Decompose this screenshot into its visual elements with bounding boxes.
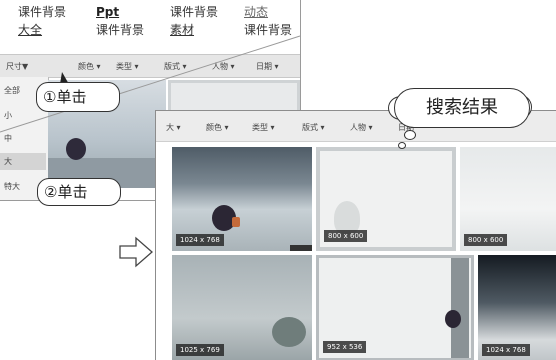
- size-option-medium[interactable]: 中: [4, 133, 12, 144]
- filter-person[interactable]: 人物 ▾: [350, 122, 373, 133]
- result-thumbnail-6[interactable]: 1024 x 768: [478, 255, 556, 360]
- arrow-right-icon: [119, 236, 153, 268]
- category-links: 课件背景 Ppt 课件背景 动态 大全 课件背景 素材 课件背景: [0, 0, 300, 48]
- filter-size[interactable]: 尺寸▼: [6, 61, 28, 72]
- bush-shape: [272, 317, 306, 347]
- back-filter-bar: 尺寸▼ 颜色 ▾ 类型 ▾ 版式 ▾ 人物 ▾ 日期 ▾: [0, 54, 300, 78]
- filter-person[interactable]: 人物 ▾: [212, 61, 235, 72]
- link-row2-3[interactable]: 素材: [170, 24, 194, 37]
- cartoon-object: [232, 217, 240, 227]
- image-size-label: 1024 x 768: [176, 234, 224, 246]
- filter-type[interactable]: 类型 ▾: [252, 122, 275, 133]
- size-option-small[interactable]: 小: [4, 110, 12, 121]
- result-thumbnail-4[interactable]: 1025 x 769: [172, 255, 312, 360]
- size-option-xlarge[interactable]: 特大: [4, 181, 20, 192]
- link-row1-1[interactable]: 课件背景: [18, 6, 66, 19]
- link-row1-2[interactable]: Ppt: [96, 6, 119, 19]
- link-row2-1[interactable]: 大全: [18, 24, 42, 37]
- filter-type[interactable]: 类型 ▾: [116, 61, 139, 72]
- filter-color[interactable]: 颜色 ▾: [78, 61, 101, 72]
- step2-callout: ②单击: [37, 178, 121, 206]
- filter-layout[interactable]: 版式 ▾: [164, 61, 187, 72]
- link-row2-4[interactable]: 课件背景: [244, 24, 292, 37]
- filter-date[interactable]: 日期 ▾: [256, 61, 279, 72]
- cloud-tail-bubble: [398, 142, 406, 149]
- result-thumbnail-5[interactable]: 952 x 536: [316, 255, 474, 360]
- result-thumbnail-2[interactable]: 800 x 600: [316, 147, 456, 251]
- search-results-screenshot: 大 ▾ 颜色 ▾ 类型 ▾ 版式 ▾ 人物 ▾ 日期 1024 x 768 80…: [155, 110, 556, 360]
- result-thumbnail-3[interactable]: 800 x 600: [460, 147, 556, 251]
- image-size-label: 800 x 600: [324, 230, 368, 242]
- link-row2-2[interactable]: 课件背景: [96, 24, 144, 37]
- link-row1-3[interactable]: 课件背景: [170, 6, 218, 19]
- link-row1-4[interactable]: 动态: [244, 6, 268, 19]
- thumbnail-bar: [290, 245, 312, 251]
- image-size-label: 1025 x 769: [176, 344, 224, 356]
- size-option-all[interactable]: 全部: [4, 85, 20, 96]
- result-thumbnail-1[interactable]: 1024 x 768: [172, 147, 312, 251]
- image-size-label: 800 x 600: [464, 234, 508, 246]
- cloud-tail-bubble: [404, 130, 416, 140]
- filter-layout[interactable]: 版式 ▾: [302, 122, 325, 133]
- search-result-cloud: 搜索结果: [394, 88, 530, 128]
- step1-callout: ①单击: [36, 82, 120, 112]
- tutorial-figure: 课件背景 Ppt 课件背景 动态 大全 课件背景 素材 课件背景 尺寸▼ 颜色 …: [0, 0, 556, 360]
- image-size-label: 1024 x 768: [482, 344, 530, 356]
- filter-color[interactable]: 颜色 ▾: [206, 122, 229, 133]
- tree-trunk: [451, 258, 469, 358]
- cartoon-figure: [445, 310, 461, 328]
- image-size-label: 952 x 536: [323, 341, 367, 353]
- size-option-large[interactable]: 大: [0, 153, 46, 170]
- filter-size-large[interactable]: 大 ▾: [166, 122, 181, 133]
- cartoon-figure: [66, 138, 86, 160]
